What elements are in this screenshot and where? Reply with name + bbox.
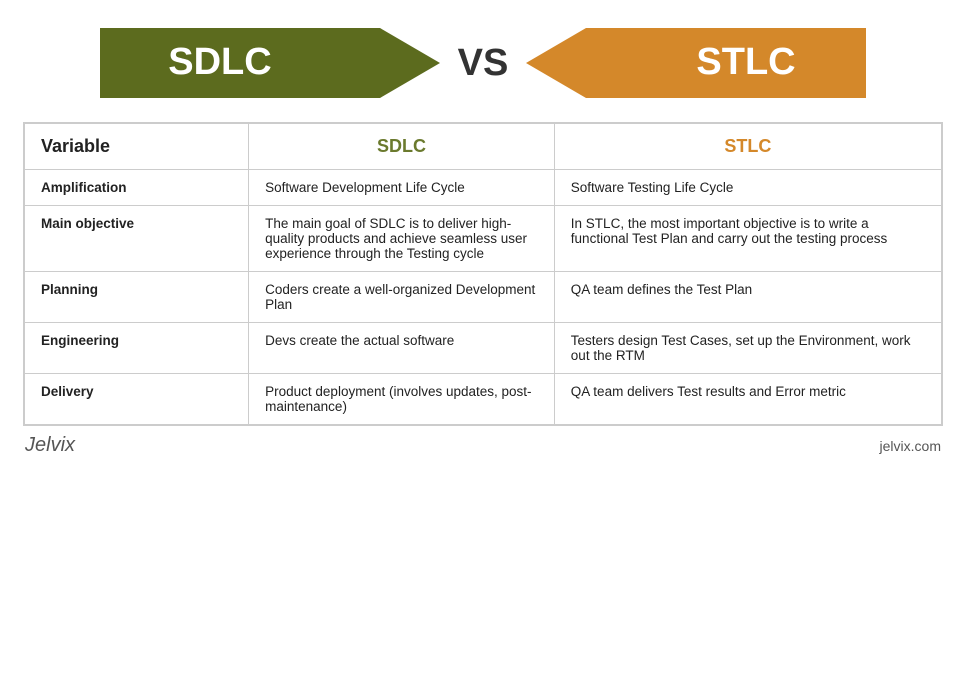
table-row: Main objectiveThe main goal of SDLC is t… xyxy=(25,206,942,272)
cell-stlc: Testers design Test Cases, set up the En… xyxy=(554,323,941,374)
brand-name: Jelvix xyxy=(25,434,75,457)
vs-label: VS xyxy=(440,42,527,85)
table-row: AmplificationSoftware Development Life C… xyxy=(25,170,942,206)
cell-variable: Amplification xyxy=(25,170,249,206)
cell-variable: Planning xyxy=(25,272,249,323)
table-row: PlanningCoders create a well-organized D… xyxy=(25,272,942,323)
header-section: SDLC VS STLC xyxy=(0,0,966,118)
comparison-table: Variable SDLC STLC AmplificationSoftware… xyxy=(23,122,943,426)
col-stlc-header: STLC xyxy=(554,124,941,170)
cell-sdlc: Product deployment (involves updates, po… xyxy=(249,374,555,425)
col-variable-header: Variable xyxy=(25,124,249,170)
stlc-arrow-label: STLC xyxy=(697,41,796,83)
cell-stlc: QA team delivers Test results and Error … xyxy=(554,374,941,425)
cell-variable: Engineering xyxy=(25,323,249,374)
cell-sdlc: Devs create the actual software xyxy=(249,323,555,374)
table-row: DeliveryProduct deployment (involves upd… xyxy=(25,374,942,425)
footer: Jelvix jelvix.com xyxy=(23,426,943,457)
cell-stlc: QA team defines the Test Plan xyxy=(554,272,941,323)
table-header-row: Variable SDLC STLC xyxy=(25,124,942,170)
website-url: jelvix.com xyxy=(880,438,941,454)
cell-sdlc: Coders create a well-organized Developme… xyxy=(249,272,555,323)
sdlc-arrow: SDLC xyxy=(100,18,440,108)
cell-sdlc: Software Development Life Cycle xyxy=(249,170,555,206)
cell-variable: Main objective xyxy=(25,206,249,272)
cell-stlc: Software Testing Life Cycle xyxy=(554,170,941,206)
col-sdlc-header: SDLC xyxy=(249,124,555,170)
cell-sdlc: The main goal of SDLC is to deliver high… xyxy=(249,206,555,272)
table-row: EngineeringDevs create the actual softwa… xyxy=(25,323,942,374)
cell-variable: Delivery xyxy=(25,374,249,425)
cell-stlc: In STLC, the most important objective is… xyxy=(554,206,941,272)
sdlc-arrow-label: SDLC xyxy=(168,41,271,83)
stlc-arrow: STLC xyxy=(526,18,866,108)
